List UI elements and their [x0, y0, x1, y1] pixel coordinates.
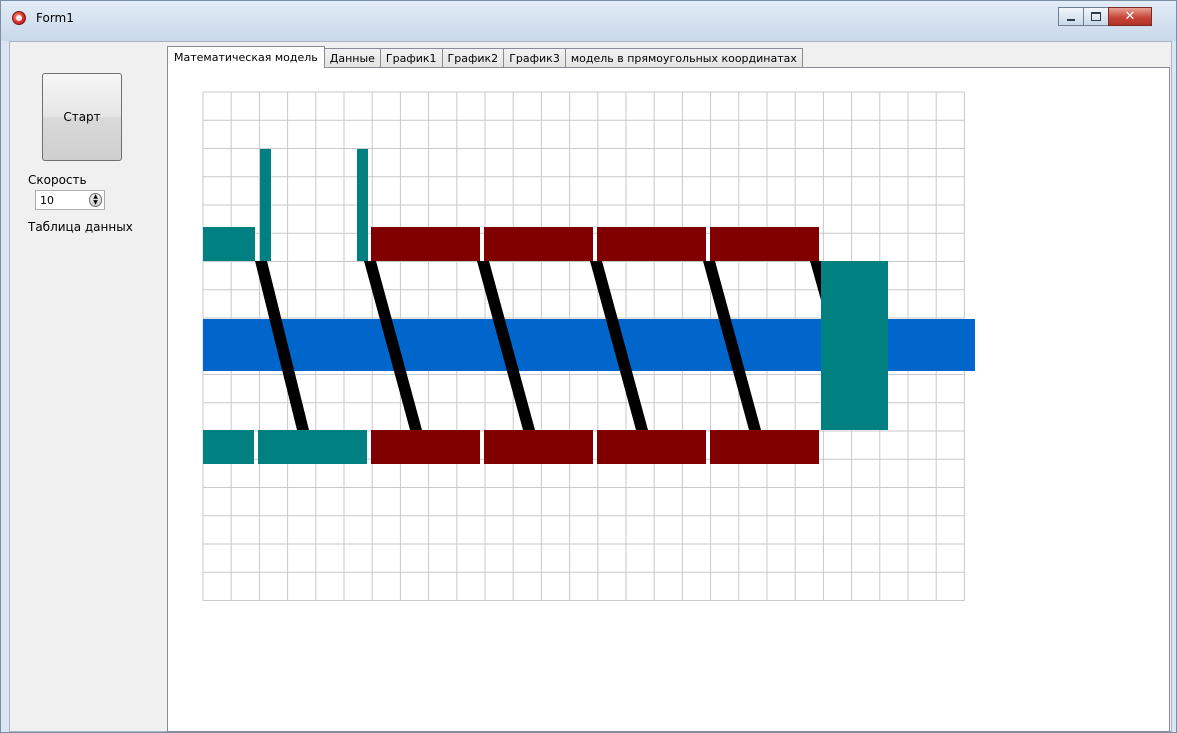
main-window: Form1 ✕ Старт Скорость 10 ▲ ▼ Таблица дан… — [0, 0, 1177, 733]
tab-strip: Математическая модель Данные График1 Гра… — [167, 46, 803, 68]
title-bar[interactable]: Form1 ✕ — [1, 1, 1176, 41]
barrel-segment-top-3 — [597, 227, 706, 261]
barrel-segment-top-1 — [371, 227, 480, 261]
die-head — [821, 261, 888, 430]
spin-updown-icon[interactable]: ▲ ▼ — [89, 193, 102, 207]
minimize-icon — [1067, 18, 1075, 21]
barrel-segment-bottom-1 — [371, 430, 480, 464]
barrel-segment-top-4 — [710, 227, 819, 261]
form-client-area: Старт Скорость 10 ▲ ▼ Таблица данных Мате… — [9, 41, 1172, 732]
feed-block-bottom-left — [203, 430, 254, 464]
feed-block-top — [203, 227, 255, 261]
minimize-button[interactable] — [1058, 7, 1084, 26]
barrel-segment-bottom-3 — [597, 430, 706, 464]
maximize-button[interactable] — [1083, 7, 1109, 26]
tab-graph2[interactable]: График2 — [441, 48, 505, 68]
extruder-model-canvas — [202, 91, 975, 601]
close-button[interactable]: ✕ — [1108, 7, 1152, 26]
window-controls: ✕ — [1058, 7, 1152, 27]
tab-data[interactable]: Данные — [323, 48, 381, 68]
screw-flight-6 — [810, 261, 821, 300]
speed-stepper[interactable]: 10 ▲ ▼ — [35, 190, 105, 210]
speed-label: Скорость — [28, 173, 87, 187]
data-table-label: Таблица данных — [28, 220, 133, 234]
close-icon: ✕ — [1124, 9, 1136, 24]
tab-panel-math-model — [167, 67, 1170, 732]
tab-rect-coords-model[interactable]: модель в прямоугольных координатах — [564, 48, 803, 68]
app-icon[interactable] — [12, 11, 26, 25]
maximize-icon — [1091, 12, 1101, 21]
speed-value[interactable]: 10 — [40, 194, 54, 207]
tab-math-model[interactable]: Математическая модель — [167, 46, 325, 68]
tab-graph3[interactable]: График3 — [503, 48, 566, 68]
barrel-segment-top-2 — [484, 227, 593, 261]
barrel-segment-bottom-2 — [484, 430, 593, 464]
hopper-post-right — [357, 149, 368, 261]
hopper-post-left — [260, 149, 271, 261]
tab-graph1[interactable]: График1 — [379, 48, 443, 68]
window-title: Form1 — [36, 11, 74, 25]
feed-block-bottom-right — [258, 430, 367, 464]
barrel-segment-bottom-4 — [710, 430, 819, 464]
start-button[interactable]: Старт — [42, 73, 122, 161]
